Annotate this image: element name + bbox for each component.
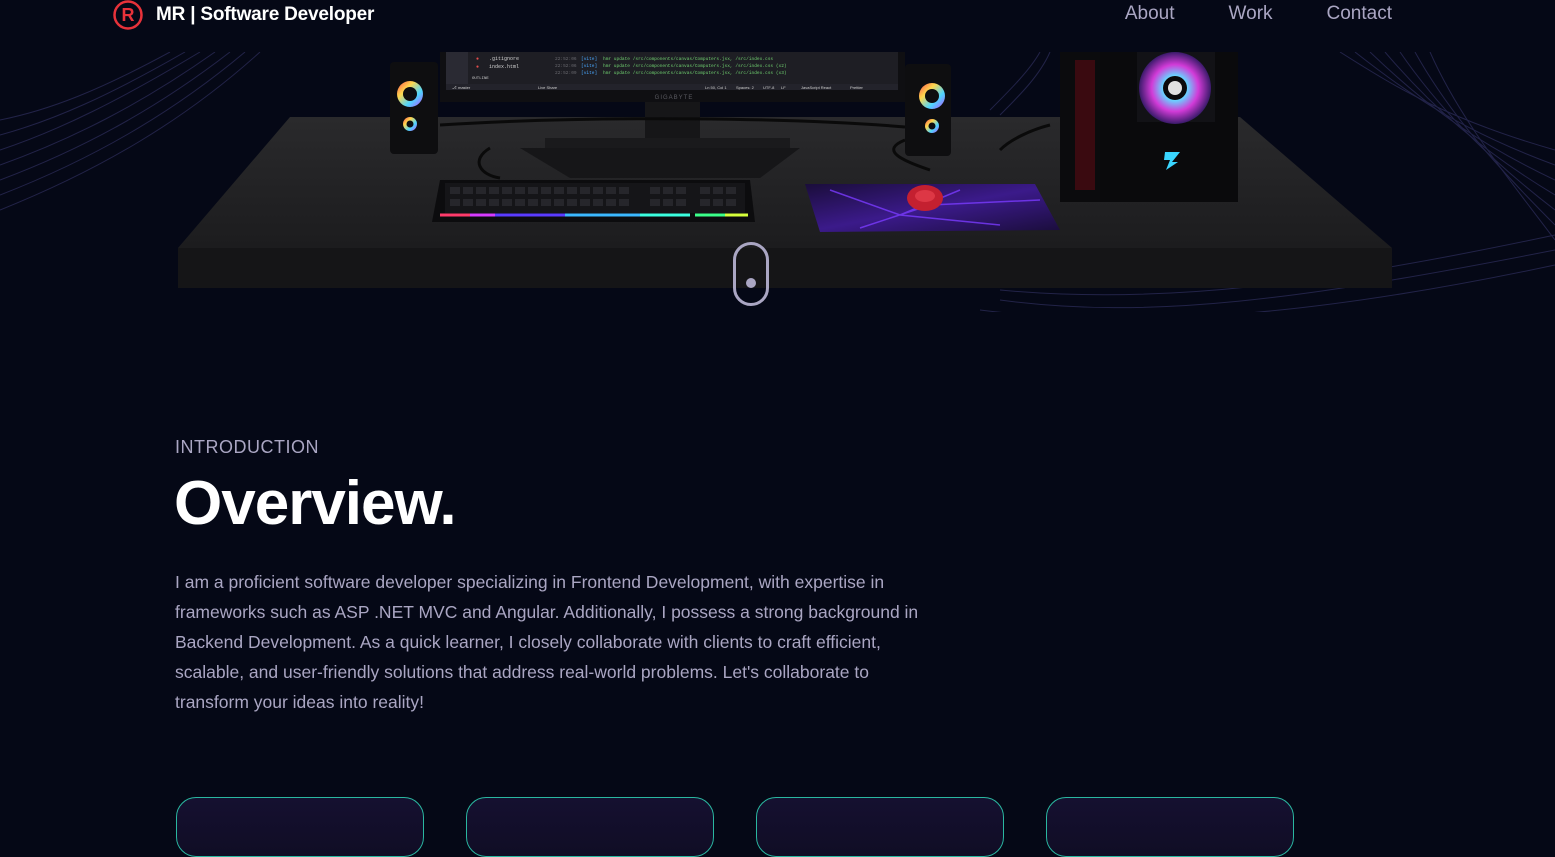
svg-text:Ln 50, Col 1: Ln 50, Col 1	[705, 85, 727, 90]
svg-text:hmr update /src/components/can: hmr update /src/components/canvas/Comput…	[603, 63, 787, 69]
nav-link-contact[interactable]: Contact	[1327, 3, 1392, 25]
section-subtitle: INTRODUCTION	[175, 437, 319, 457]
nav-link-work[interactable]: Work	[1229, 3, 1273, 25]
pc-tower	[1060, 52, 1238, 202]
svg-text:22:52:09: 22:52:09	[555, 70, 577, 76]
svg-text:Spaces: 2: Spaces: 2	[736, 85, 755, 90]
navbar: R MR | Software Developer About Work Con…	[0, 0, 1555, 52]
brand-link[interactable]: R MR | Software Developer	[113, 0, 374, 30]
svg-text:[vite]: [vite]	[581, 56, 597, 62]
svg-text:.gitignore: .gitignore	[489, 56, 519, 62]
nav-link-about[interactable]: About	[1125, 3, 1175, 25]
svg-text:index.html: index.html	[489, 64, 519, 70]
rgb-keyboard	[432, 180, 755, 222]
svg-text:●: ●	[476, 56, 479, 62]
brand-logo-letter: R	[122, 5, 135, 25]
svg-text:OUTLINE: OUTLINE	[472, 77, 489, 81]
service-card-2[interactable]	[466, 797, 714, 857]
service-card-4[interactable]	[1046, 797, 1294, 857]
overview-paragraph: I am a proficient software developer spe…	[175, 572, 919, 712]
service-card-1[interactable]	[176, 797, 424, 857]
svg-text:[vite]: [vite]	[581, 63, 597, 69]
svg-text:hmr update /src/components/can: hmr update /src/components/canvas/Comput…	[603, 56, 773, 62]
section-title: Overview.	[174, 469, 457, 538]
nav-links: About Work Contact	[1071, 3, 1392, 25]
service-card-3[interactable]	[756, 797, 1004, 857]
svg-text:22:52:06: 22:52:06	[555, 56, 577, 62]
computer-desk-canvas[interactable]: ● .gitignore ● index.html OUTLINE 22:52:…	[0, 52, 1555, 312]
brand-title: | Software Developer	[185, 4, 375, 25]
desk-front	[178, 248, 1392, 288]
svg-text:UTF-8: UTF-8	[763, 85, 775, 90]
svg-text:⎇: ⎇	[452, 85, 457, 90]
svg-text:Live Share: Live Share	[538, 85, 558, 90]
svg-text:Prettier: Prettier	[850, 85, 864, 90]
svg-text:JavaScript React: JavaScript React	[801, 85, 832, 90]
brand-initials: MR	[156, 4, 186, 25]
brand-logo-icon: R	[113, 0, 143, 30]
svg-text:[vite]: [vite]	[581, 70, 597, 76]
svg-text:GIGABYTE: GIGABYTE	[655, 95, 694, 101]
svg-text:master: master	[458, 85, 471, 90]
left-speaker	[390, 62, 438, 154]
brand-name: MR | Software Developer	[156, 4, 374, 26]
svg-text:LF: LF	[781, 85, 786, 90]
scroll-dot	[746, 278, 756, 288]
scroll-down-indicator[interactable]	[733, 242, 769, 306]
svg-text:●: ●	[476, 64, 479, 70]
svg-text:22:52:06: 22:52:06	[555, 63, 577, 69]
right-speaker	[905, 64, 951, 156]
hero-scene: ● .gitignore ● index.html OUTLINE 22:52:…	[0, 52, 1555, 312]
svg-text:hmr update /src/components/can: hmr update /src/components/canvas/Comput…	[603, 70, 787, 76]
